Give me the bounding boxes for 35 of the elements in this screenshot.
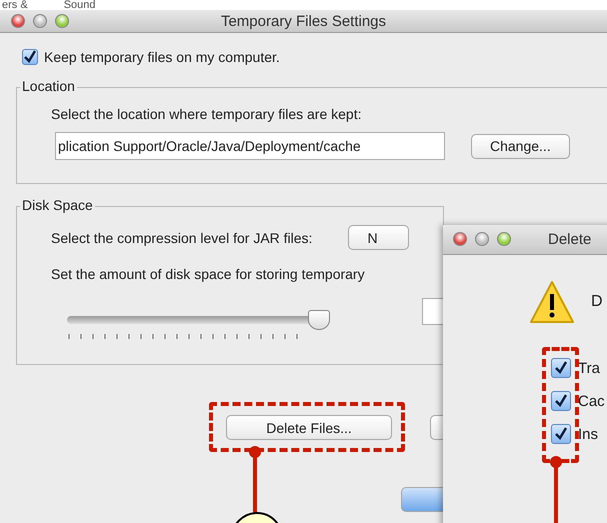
group-legend: Location: [20, 78, 77, 94]
change-button[interactable]: Change...: [471, 134, 570, 158]
option-checkbox[interactable]: [551, 358, 571, 378]
option-label: Cac: [578, 392, 605, 410]
location-description: Select the location where temporary files are kept:: [51, 106, 362, 122]
option-checkbox[interactable]: [551, 391, 571, 411]
checkmark-icon: [554, 361, 568, 375]
dialog-message: D: [591, 293, 603, 311]
checkmark-icon: [554, 394, 568, 408]
close-button[interactable]: [11, 14, 25, 28]
option-checkbox[interactable]: [551, 424, 571, 444]
slider-thumb[interactable]: [308, 310, 330, 330]
compression-dropdown[interactable]: N: [348, 225, 409, 250]
minimize-button[interactable]: [33, 14, 47, 28]
checkbox-label: Keep temporary files on my computer.: [44, 49, 280, 65]
background-tab-label: ers &: [2, 0, 28, 10]
path-field[interactable]: plication Support/Oracle/Java/Deployment/cache: [55, 132, 445, 160]
close-button[interactable]: [453, 232, 467, 246]
zoom-button[interactable]: [497, 232, 511, 246]
warning-icon: [529, 280, 575, 324]
option-label: Tra: [578, 360, 600, 376]
option-label: Ins: [578, 426, 598, 442]
window-title: Temporary Files Settings: [220, 12, 386, 30]
compression-label: Select the compression level for JAR files:: [51, 230, 312, 246]
checkmark-icon: [23, 50, 37, 64]
keep-files-checkbox[interactable]: [22, 49, 38, 65]
minimize-button[interactable]: [475, 232, 489, 246]
delete-files-button[interactable]: Delete Files...: [226, 415, 392, 440]
checkmark-icon: [554, 427, 568, 441]
background-tab-label: Sound: [64, 0, 96, 10]
group-legend: Disk Space: [20, 197, 95, 213]
dialog-title: Delete: [548, 231, 592, 248]
zoom-button[interactable]: [55, 14, 69, 28]
disk-space-label: Set the amount of disk space for storing temporary: [50, 266, 366, 282]
disk-space-field[interactable]: [422, 298, 444, 325]
